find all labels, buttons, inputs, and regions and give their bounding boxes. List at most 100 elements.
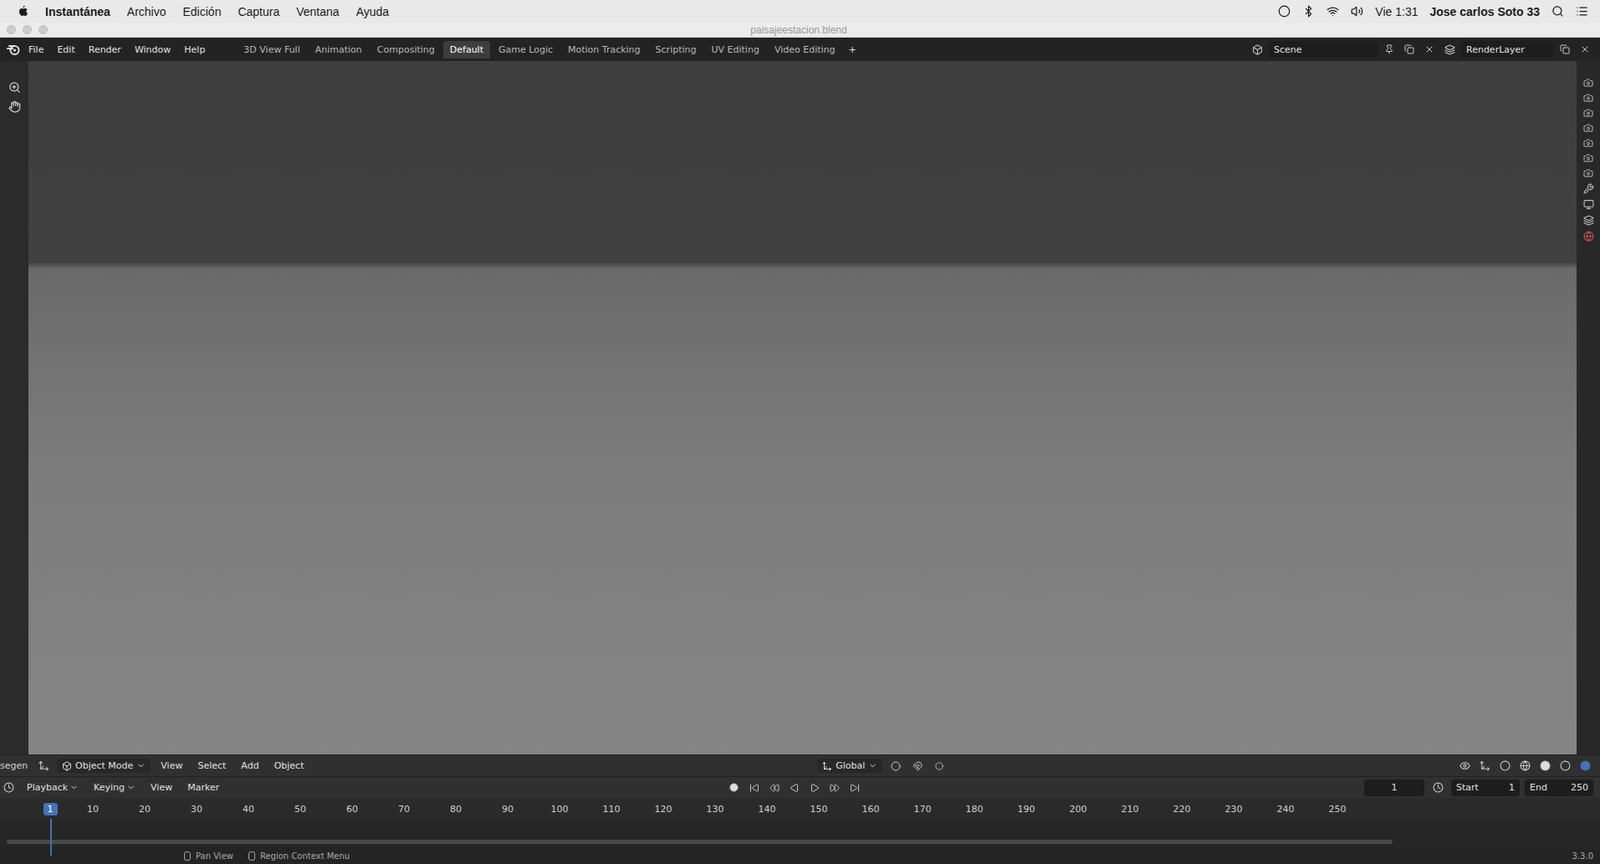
top-menu-item[interactable]: Render — [83, 41, 127, 58]
mac-menu-item[interactable]: Ayuda — [356, 5, 389, 19]
scene-field[interactable]: Scene — [1268, 40, 1378, 58]
copy-icon[interactable] — [1400, 40, 1418, 58]
workspace-tab[interactable]: Default — [443, 40, 491, 59]
orientation-icon[interactable] — [822, 761, 833, 772]
timeline-menu-item[interactable]: Marker — [182, 780, 225, 795]
solid-shading-icon[interactable] — [1536, 757, 1554, 775]
start-frame-field[interactable]: Start1 — [1451, 779, 1520, 797]
close-button[interactable] — [6, 25, 16, 35]
workspace-tab[interactable]: 3D View Full — [236, 40, 307, 59]
app-name[interactable]: Instantánea — [45, 5, 111, 19]
gizmo-icon[interactable] — [1476, 757, 1493, 775]
chevron-down-icon[interactable] — [69, 782, 79, 793]
chevron-down-icon[interactable] — [136, 761, 146, 771]
workspace-tab[interactable]: UV Editing — [705, 40, 767, 59]
collection-camera-icon[interactable] — [1583, 77, 1594, 88]
volume-icon[interactable] — [1350, 5, 1364, 18]
preview-range-icon[interactable] — [1429, 779, 1447, 797]
record-icon[interactable] — [725, 779, 743, 797]
chevron-down-icon[interactable] — [868, 761, 878, 771]
pin-icon[interactable] — [1380, 40, 1398, 58]
timeline-track[interactable] — [0, 819, 1600, 848]
tool-icon[interactable] — [1583, 183, 1595, 195]
workspace-tab[interactable]: Video Editing — [767, 40, 843, 59]
timeline-ruler[interactable]: 1102030405060708090100110120130140150160… — [0, 797, 1600, 820]
top-menu-item[interactable]: Help — [178, 41, 210, 58]
viewport-menu-item[interactable]: Object — [269, 758, 310, 773]
creative-cloud-icon[interactable] — [1277, 5, 1291, 18]
orientation-dropdown[interactable]: Global — [817, 758, 883, 773]
play-reverse-icon[interactable] — [786, 779, 803, 797]
timeline-menu-item[interactable]: View — [145, 780, 178, 795]
workspace-tab[interactable]: Game Logic — [491, 40, 560, 59]
editor-type-icon[interactable] — [35, 757, 52, 775]
overlay-icon[interactable] — [1496, 757, 1514, 775]
timeline-menu-item[interactable]: Keying — [88, 780, 141, 795]
pivot-icon[interactable] — [887, 757, 905, 775]
notification-list-icon[interactable] — [1575, 5, 1589, 18]
render-layer-icon[interactable] — [1441, 40, 1458, 58]
jump-start-icon[interactable] — [746, 779, 763, 797]
current-frame-field[interactable]: 1 — [1364, 779, 1425, 797]
workspace-tab[interactable]: Compositing — [370, 40, 442, 59]
top-menu-item[interactable]: File — [23, 41, 49, 58]
viewport-menu-item[interactable]: Select — [192, 758, 231, 773]
viewport-menu-item[interactable]: View — [155, 758, 188, 773]
search-icon[interactable] — [1551, 5, 1565, 18]
user-name[interactable]: Jose carlos Soto 33 — [1429, 5, 1540, 19]
render-layer-field[interactable]: RenderLayer — [1461, 40, 1554, 58]
viewport-render[interactable] — [28, 61, 1577, 755]
end-frame-field[interactable]: End250 — [1524, 779, 1594, 797]
top-menu-item[interactable]: Window — [129, 41, 176, 58]
close-icon[interactable] — [1576, 40, 1594, 58]
mac-menu-item[interactable]: Edición — [183, 5, 222, 19]
collection-camera-icon[interactable] — [1583, 138, 1594, 149]
add-workspace-button[interactable]: + — [843, 41, 862, 58]
scene-icon[interactable] — [1248, 40, 1266, 58]
jump-keyframe-forward-icon[interactable] — [826, 779, 844, 797]
zoom-icon[interactable] — [8, 81, 21, 94]
top-menu-item[interactable]: Edit — [51, 41, 80, 58]
view-layer-icon[interactable] — [1583, 214, 1595, 226]
bluetooth-icon[interactable] — [1302, 5, 1315, 18]
collection-camera-icon[interactable] — [1583, 153, 1594, 164]
chevron-down-icon[interactable] — [126, 782, 136, 793]
proportional-edit-icon[interactable] — [930, 757, 948, 775]
pan-hand-icon[interactable] — [8, 100, 21, 113]
timeline-menu-item[interactable]: Playback — [21, 780, 84, 795]
timeline-editor-icon[interactable] — [0, 779, 17, 797]
close-icon[interactable] — [1421, 40, 1438, 58]
clock[interactable]: Vie 1:31 — [1375, 5, 1418, 19]
workspace-tab[interactable]: Animation — [308, 40, 369, 59]
workspace-tab[interactable]: Motion Tracking — [561, 40, 648, 59]
object-mode-icon[interactable] — [61, 761, 72, 772]
playhead-line[interactable] — [50, 818, 52, 856]
material-shading-icon[interactable] — [1556, 757, 1574, 775]
mode-dropdown[interactable]: Object Mode — [56, 758, 151, 773]
collection-camera-icon[interactable] — [1583, 168, 1594, 179]
workspace-tab[interactable]: Scripting — [649, 40, 704, 59]
collection-camera-icon[interactable] — [1583, 122, 1594, 133]
collection-camera-icon[interactable] — [1583, 107, 1594, 118]
timeline-scrollbar[interactable] — [6, 839, 1393, 844]
collection-camera-icon[interactable] — [1583, 92, 1594, 103]
wireframe-shading-icon[interactable] — [1516, 757, 1534, 775]
jump-end-icon[interactable] — [846, 779, 864, 797]
render-icon[interactable] — [1583, 199, 1595, 210]
visibility-icon[interactable] — [1456, 757, 1473, 775]
minimize-button[interactable] — [22, 25, 32, 35]
mac-menu-item[interactable]: Archivo — [127, 5, 167, 19]
play-icon[interactable] — [806, 779, 824, 797]
snap-icon[interactable] — [909, 757, 926, 775]
copy-icon[interactable] — [1556, 40, 1574, 58]
world-icon[interactable] — [1583, 230, 1595, 242]
playhead[interactable]: 1 — [33, 802, 67, 816]
apple-icon[interactable] — [16, 5, 29, 19]
wifi-icon[interactable] — [1326, 5, 1340, 18]
mac-menu-item[interactable]: Captura — [237, 5, 280, 19]
jump-keyframe-back-icon[interactable] — [766, 779, 783, 797]
blender-logo-icon[interactable] — [6, 43, 21, 56]
viewport-menu-item[interactable]: Add — [235, 758, 264, 773]
rendered-shading-icon[interactable] — [1576, 757, 1594, 775]
zoom-button[interactable] — [38, 25, 48, 35]
